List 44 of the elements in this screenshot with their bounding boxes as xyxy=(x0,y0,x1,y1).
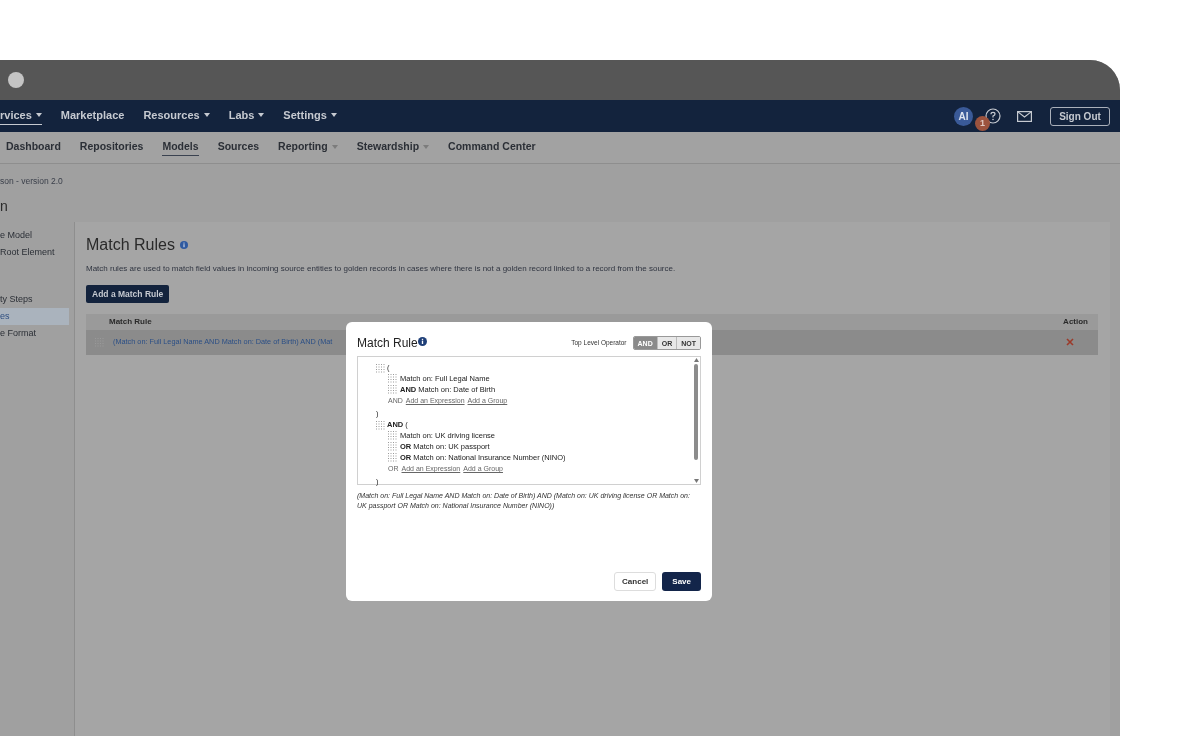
save-button[interactable]: Save xyxy=(662,572,701,591)
drag-handle-icon[interactable] xyxy=(376,420,385,430)
description: Match rules are used to match field values in incoming source entities to golden records in cases where there is not a golden record linked to a record from the source. xyxy=(86,263,677,275)
cancel-button[interactable]: Cancel xyxy=(614,572,657,591)
nav-link[interactable]: Settings xyxy=(283,106,337,126)
breadcrumb: son - version 2.0 xyxy=(0,175,64,187)
scroll-up-icon[interactable] xyxy=(693,358,699,362)
delete-icon[interactable] xyxy=(1066,338,1074,347)
drag-handle-icon[interactable] xyxy=(388,453,397,462)
column-header: Match Rule xyxy=(109,315,152,328)
add-match-rule-button[interactable]: Add a Match Rule xyxy=(86,285,170,303)
help-icon[interactable] xyxy=(985,108,1001,124)
sidebar-item[interactable]: ty Steps xyxy=(0,291,69,308)
nav-link[interactable]: Sources xyxy=(217,138,260,157)
nav-link[interactable]: Reporting xyxy=(278,138,338,157)
sidebar-item[interactable]: Root Element xyxy=(0,244,69,261)
dialog-title: Match Rule xyxy=(357,335,418,352)
nav-link[interactable]: Labs xyxy=(228,106,265,126)
nav-link[interactable]: Dashboard xyxy=(6,138,61,157)
nav-link[interactable]: Marketplace xyxy=(60,106,125,126)
drag-handle-icon[interactable] xyxy=(388,431,397,440)
scroll-down-icon[interactable] xyxy=(693,479,699,483)
avatar[interactable]: AI xyxy=(954,106,973,126)
drag-handle-icon[interactable] xyxy=(388,385,397,394)
nav-link[interactable]: Command Center xyxy=(448,138,536,157)
page-title: n xyxy=(0,197,9,214)
drag-handle-icon[interactable] xyxy=(388,374,397,383)
section-title: Match Rules xyxy=(86,235,175,255)
notification-badge: 1 xyxy=(975,116,990,131)
column-header: Action xyxy=(1063,315,1088,328)
nav-link[interactable]: Repositories xyxy=(79,138,144,157)
info-icon[interactable] xyxy=(417,336,427,346)
nav-link[interactable]: Resources xyxy=(143,106,210,126)
nav-link[interactable]: Stewardship xyxy=(356,138,430,157)
drag-handle-icon[interactable] xyxy=(376,363,385,373)
nav-link[interactable]: Models xyxy=(162,138,199,157)
sign-out-button[interactable]: Sign Out xyxy=(1050,106,1110,126)
drag-handle-icon[interactable] xyxy=(388,442,397,451)
sidebar-item[interactable]: es xyxy=(0,308,69,325)
sidebar-item[interactable]: e Format xyxy=(0,325,69,342)
mail-icon[interactable] xyxy=(1017,110,1032,122)
scrollbar[interactable] xyxy=(692,357,700,484)
nav-link[interactable]: rvices xyxy=(0,106,42,126)
sidebar-item[interactable]: e Model xyxy=(0,227,69,244)
